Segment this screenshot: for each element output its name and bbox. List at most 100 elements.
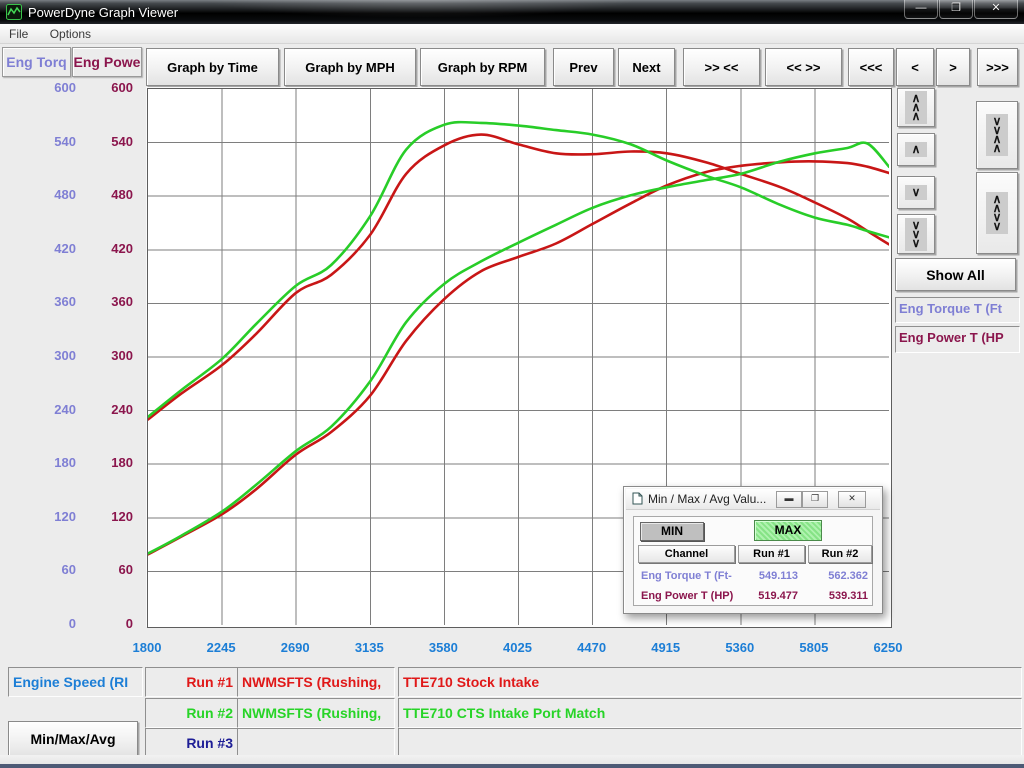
prev-button[interactable]: Prev [553, 48, 614, 86]
minmax-minimize-button[interactable]: ▬ [776, 491, 802, 508]
rpm-axis-tick: 2245 [193, 640, 249, 655]
run3-comment-field[interactable] [237, 728, 395, 758]
scroll-left-button[interactable]: < [896, 48, 934, 86]
torque-axis-tick: 240 [34, 402, 76, 418]
torque-axis-tick: 540 [34, 134, 76, 150]
close-button[interactable]: ✕ [974, 0, 1018, 19]
run2-comment-field[interactable]: NWMSFTS (Rushing, [237, 698, 395, 728]
chevron-up-icon: ∧ [905, 142, 928, 157]
app-icon [6, 4, 22, 20]
rpm-axis-tick: 2690 [267, 640, 323, 655]
torque-axis-tick: 60 [34, 562, 76, 578]
column-header-channel[interactable]: Channel [638, 545, 735, 563]
rpm-axis-tick: 4025 [490, 640, 546, 655]
power-axis-tick: 600 [91, 80, 133, 96]
torque-axis-tick: 420 [34, 241, 76, 257]
torque-channel-label[interactable]: Eng Torque T (Ft [895, 297, 1020, 323]
minmax-close-button[interactable]: ✕ [838, 491, 866, 508]
minmax-window-title: Min / Max / Avg Valu... [648, 492, 766, 506]
minmax-torque-run1-value: 549.113 [738, 570, 798, 582]
run3-title-field[interactable] [398, 728, 1022, 758]
minmaxavg-button[interactable]: Min/Max/Avg [8, 721, 138, 757]
power-axis-tick: 60 [91, 562, 133, 578]
minmax-window: Min / Max / Avg Valu... ▬ ❐ ✕ MIN MAX Ch… [623, 486, 883, 614]
menu-options[interactable]: Options [41, 24, 100, 41]
minmax-table: MIN MAX Channel Run #1 Run #2 Eng Torque… [633, 516, 873, 606]
power-axis-tick: 540 [91, 134, 133, 150]
scroll-up-fast-button[interactable]: ∧∧∧ [897, 88, 935, 127]
x-channel-label[interactable]: Engine Speed (RI [8, 667, 143, 697]
triple-chevron-down-icon: ∨∨∨ [905, 218, 928, 251]
power-axis-tick: 240 [91, 402, 133, 418]
rpm-axis-tick: 4915 [638, 640, 694, 655]
graph-by-rpm-button[interactable]: Graph by RPM [420, 48, 545, 86]
rpm-axis-tick: 3135 [341, 640, 397, 655]
torque-axis-tick: 300 [34, 348, 76, 364]
scroll-left-fast-button[interactable]: <<< [848, 48, 894, 86]
show-all-button[interactable]: Show All [895, 258, 1016, 291]
run1-title-field[interactable]: TTE710 Stock Intake [398, 667, 1022, 697]
rpm-axis-tick: 4470 [564, 640, 620, 655]
column-header-run1[interactable]: Run #1 [738, 545, 805, 563]
compress-x-button[interactable]: >> << [683, 48, 760, 86]
run2-title-field[interactable]: TTE710 CTS Intake Port Match [398, 698, 1022, 728]
scroll-down-fast-button[interactable]: ∨∨∨ [897, 214, 935, 254]
minmax-title-bar[interactable]: Min / Max / Avg Valu... ▬ ❐ ✕ [626, 489, 880, 510]
power-axis-tick: 0 [91, 616, 133, 632]
column-header-run2[interactable]: Run #2 [808, 545, 872, 563]
rpm-axis-tick: 5360 [712, 640, 768, 655]
document-icon [631, 492, 644, 505]
power-axis-tick: 360 [91, 294, 133, 310]
minmax-row-power-channel: Eng Power T (HP) [641, 590, 733, 602]
compress-vertical-icon: ∨∨ ∧∧ [986, 114, 1009, 156]
max-toggle-button[interactable]: MAX [754, 520, 822, 541]
rpm-axis-tick: 6250 [860, 640, 916, 655]
graph-by-time-button[interactable]: Graph by Time [146, 48, 279, 86]
minmax-row-torque-channel: Eng Torque T (Ft- [641, 570, 732, 582]
minmax-power-run2-value: 539.311 [808, 590, 868, 602]
power-axis-tick: 480 [91, 187, 133, 203]
restore-button[interactable]: ❐ [939, 0, 973, 19]
torque-axis-tick: 480 [34, 187, 76, 203]
power-axis-tick: 300 [91, 348, 133, 364]
expand-y-button[interactable]: ∧∧ ∨∨ [976, 172, 1018, 254]
rpm-axis-tick: 5805 [786, 640, 842, 655]
torque-axis-tick: 600 [34, 80, 76, 96]
title-bar: PowerDyne Graph Viewer — ❐ ✕ [0, 0, 1024, 24]
minmax-power-run1-value: 519.477 [738, 590, 798, 602]
power-axis-tick: 120 [91, 509, 133, 525]
torque-axis-tick: 180 [34, 455, 76, 471]
scroll-down-button[interactable]: ∨ [897, 176, 935, 209]
run3-label: Run #3 [145, 728, 239, 758]
min-toggle-button[interactable]: MIN [640, 522, 704, 541]
torque-axis-tick: 360 [34, 294, 76, 310]
scroll-up-button[interactable]: ∧ [897, 133, 935, 166]
menu-file[interactable]: File [0, 24, 37, 41]
expand-vertical-icon: ∧∧ ∨∨ [986, 192, 1009, 234]
graph-by-mph-button[interactable]: Graph by MPH [284, 48, 416, 86]
window-title: PowerDyne Graph Viewer [28, 5, 178, 20]
minmax-torque-run2-value: 562.362 [808, 570, 868, 582]
window-bottom-frame [0, 755, 1024, 768]
run1-comment-field[interactable]: NWMSFTS (Rushing, [237, 667, 395, 697]
minimize-button[interactable]: — [904, 0, 938, 19]
expand-x-button[interactable]: << >> [765, 48, 842, 86]
tab-eng-power[interactable]: Eng Powe [72, 47, 142, 77]
run2-label: Run #2 [145, 698, 239, 728]
torque-axis-tick: 120 [34, 509, 76, 525]
power-axis-tick: 180 [91, 455, 133, 471]
rpm-axis-tick: 1800 [119, 640, 175, 655]
triple-chevron-up-icon: ∧∧∧ [905, 91, 928, 124]
rpm-axis-tick: 3580 [415, 640, 471, 655]
torque-axis-tick: 0 [34, 616, 76, 632]
menu-bar: File Options [0, 24, 1024, 44]
minmax-restore-button[interactable]: ❐ [802, 491, 828, 508]
compress-y-button[interactable]: ∨∨ ∧∧ [976, 101, 1018, 169]
next-button[interactable]: Next [618, 48, 675, 86]
tab-eng-torque[interactable]: Eng Torq [2, 47, 71, 77]
power-channel-label[interactable]: Eng Power T (HP [895, 326, 1020, 353]
scroll-right-fast-button[interactable]: >>> [977, 48, 1018, 86]
chevron-down-icon: ∨ [905, 185, 928, 200]
run1-label: Run #1 [145, 667, 239, 697]
scroll-right-button[interactable]: > [936, 48, 970, 86]
